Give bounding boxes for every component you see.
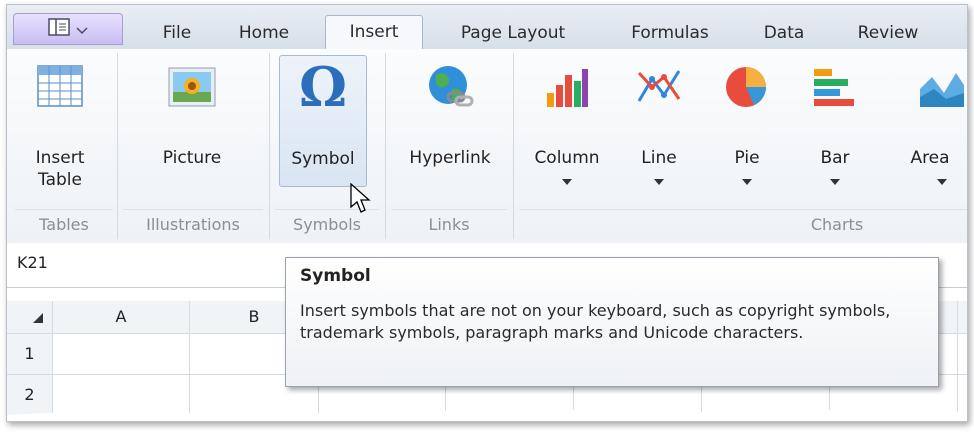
omega-icon: Ω [298, 55, 348, 119]
group-label-links: Links [428, 215, 470, 234]
picture-icon [168, 67, 216, 111]
tab-formulas[interactable]: Formulas [615, 17, 725, 49]
area-label: Area [910, 148, 950, 168]
table-icon [37, 65, 83, 111]
chevron-down-icon [742, 179, 752, 185]
insert-table-label-1: Insert [35, 148, 85, 168]
tab-file[interactable]: File [147, 17, 207, 49]
group-divider [519, 209, 967, 210]
group-label-illustrations: Illustrations [146, 215, 240, 234]
column-chart-icon [545, 67, 589, 111]
ribbon-tab-strip: File Home Insert Page Layout Formulas Da… [7, 5, 967, 50]
group-label-charts: Charts [810, 215, 864, 234]
application-menu-button[interactable] [13, 13, 123, 45]
group-separator [513, 53, 514, 239]
insert-table-button[interactable]: Insert Table [15, 55, 105, 205]
hyperlink-button[interactable]: Hyperlink [393, 55, 507, 205]
chevron-down-icon [562, 179, 572, 185]
bar-chart-button[interactable]: Bar [795, 55, 875, 205]
globe-link-icon [426, 63, 474, 115]
tab-review[interactable]: Review [843, 17, 933, 49]
tab-data[interactable]: Data [749, 17, 819, 49]
pie-chart-icon [724, 65, 770, 113]
line-chart-icon [636, 65, 682, 111]
group-divider [15, 209, 113, 210]
tab-home[interactable]: Home [229, 17, 299, 49]
column-chart-button[interactable]: Column [521, 55, 613, 205]
group-separator [269, 53, 270, 239]
tab-page-layout[interactable]: Page Layout [443, 17, 583, 49]
group-separator [385, 53, 386, 239]
name-box[interactable]: K21 [17, 253, 48, 272]
area-chart-icon [918, 67, 964, 113]
column-header-a[interactable]: A [53, 301, 189, 333]
app-menu-icon [48, 18, 70, 40]
hyperlink-label: Hyperlink [409, 148, 491, 168]
chevron-down-icon [76, 20, 88, 39]
chevron-down-icon [830, 179, 840, 185]
group-separator [117, 53, 118, 239]
group-divider [123, 209, 263, 210]
tooltip-body: Insert symbols that are not on your keyb… [300, 301, 891, 342]
chevron-down-icon [937, 179, 947, 185]
symbol-button[interactable]: Ω Symbol [279, 55, 367, 187]
torn-edge-decoration [7, 409, 967, 421]
row-header-1[interactable]: 1 [7, 334, 52, 374]
tab-insert[interactable]: Insert [325, 15, 423, 50]
picture-label: Picture [162, 148, 222, 168]
column-label: Column [534, 148, 600, 168]
area-chart-button[interactable]: Area [883, 55, 967, 205]
chevron-down-icon [654, 179, 664, 185]
mouse-pointer-icon [350, 182, 374, 219]
spreadsheet-window: File Home Insert Page Layout Formulas Da… [6, 4, 968, 422]
symbol-label: Symbol [291, 149, 355, 169]
symbol-tooltip: Symbol Insert symbols that are not on yo… [285, 257, 939, 387]
picture-button[interactable]: Picture [127, 55, 257, 205]
group-label-tables: Tables [39, 215, 89, 234]
tooltip-title: Symbol [300, 266, 371, 286]
line-label: Line [641, 148, 677, 168]
bar-label: Bar [820, 148, 850, 168]
ribbon-insert: Insert Table Picture Ω Symbol Hyperlink [7, 49, 967, 244]
bar-chart-icon [812, 67, 858, 113]
line-chart-button[interactable]: Line [619, 55, 699, 205]
pie-label: Pie [734, 148, 760, 168]
select-all-corner[interactable] [7, 301, 52, 333]
group-divider [391, 209, 507, 210]
pie-chart-button[interactable]: Pie [707, 55, 787, 205]
insert-table-label-2: Table [38, 170, 82, 190]
